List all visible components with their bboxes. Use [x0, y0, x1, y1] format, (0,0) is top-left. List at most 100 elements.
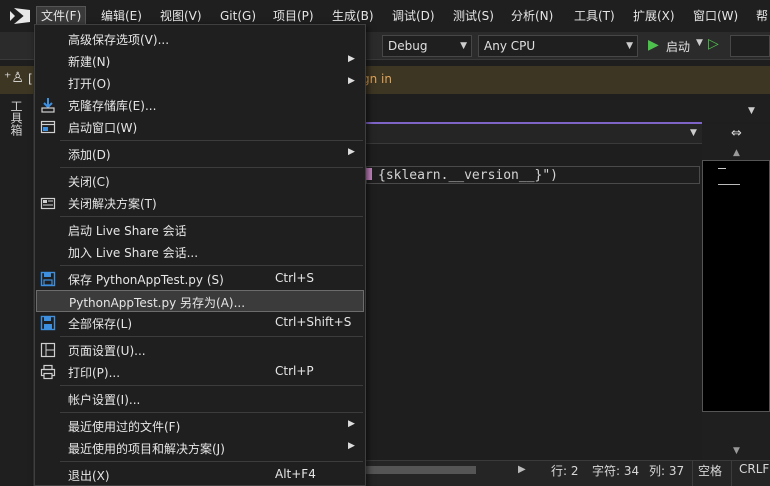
menu-separator [60, 385, 363, 386]
menu-separator [60, 336, 363, 337]
add-user-icon[interactable]: ⁺♙ [4, 70, 24, 86]
menu-item-join-live-share[interactable]: 加入 Live Share 会话... [36, 241, 364, 263]
menu-item-account-settings[interactable]: 帐户设置(I)... [36, 388, 364, 410]
menu-item-page-setup[interactable]: 页面设置(U)... [36, 339, 364, 361]
info-bar-text: [ [28, 72, 33, 86]
scroll-down-icon[interactable]: ▼ [733, 446, 740, 456]
menu-edit[interactable]: 编辑(E) [97, 6, 146, 26]
menu-item-label: 帐户设置(I)... [68, 393, 141, 407]
menu-item-new[interactable]: 新建(N) ▶ [36, 50, 364, 72]
menu-extensions[interactable]: 扩展(X) [629, 6, 679, 26]
code-editor[interactable] [366, 145, 702, 460]
chevron-down-icon: ▼ [626, 41, 633, 51]
menu-item-label: 高级保存选项(V)... [68, 33, 170, 47]
divider [731, 460, 732, 486]
menu-item-label: 关闭解决方案(T) [68, 197, 157, 211]
menu-item-label: 关闭(C) [68, 175, 110, 189]
submenu-arrow-icon: ▶ [348, 147, 355, 157]
menu-item-shortcut: Ctrl+S [275, 271, 315, 285]
configuration-select[interactable]: Debug ▼ [382, 35, 472, 57]
code-line[interactable]: {sklearn.__version__}") [378, 168, 558, 183]
status-line[interactable]: 行: 2 [551, 462, 579, 479]
menu-item-save[interactable]: 保存 PythonAppTest.py (S) Ctrl+S [36, 268, 364, 290]
horizontal-scrollbar[interactable] [366, 466, 476, 474]
scroll-up-icon[interactable]: ▲ [733, 148, 740, 158]
menu-build[interactable]: 生成(B) [328, 6, 378, 26]
menu-item-label: 添加(D) [68, 148, 111, 162]
menu-item-label: PythonAppTest.py 另存为(A)... [69, 296, 246, 310]
menu-item-start-live-share[interactable]: 启动 Live Share 会话 [36, 219, 364, 241]
menu-file[interactable]: 文件(F) [36, 6, 87, 26]
menu-separator [60, 265, 363, 266]
menu-item-close[interactable]: 关闭(C) [36, 170, 364, 192]
start-button[interactable]: 启动 [666, 38, 690, 55]
menu-window[interactable]: 窗口(W) [689, 6, 742, 26]
minimap-mark [718, 184, 740, 185]
menu-help[interactable]: 帮 [752, 6, 770, 26]
chevron-down-icon: ▼ [460, 41, 467, 51]
menu-item-label: 新建(N) [68, 55, 111, 69]
menu-project[interactable]: 项目(P) [269, 6, 318, 26]
start-without-debugging-icon[interactable]: ▷ [708, 36, 719, 52]
search-input[interactable] [730, 35, 770, 57]
menu-item-save-all[interactable]: 全部保存(L) Ctrl+Shift+S [36, 312, 364, 334]
navigation-bar[interactable] [366, 124, 702, 144]
save-icon [40, 271, 56, 287]
menu-item-add[interactable]: 添加(D) ▶ [36, 143, 364, 165]
status-indent[interactable]: 空格 [698, 462, 722, 479]
menu-item-close-solution[interactable]: 关闭解决方案(T) [36, 192, 364, 214]
status-eol[interactable]: CRLF [739, 462, 769, 476]
sign-in-link[interactable]: gn in [362, 72, 392, 86]
start-dropdown-icon[interactable]: ▼ [696, 38, 703, 48]
menu-test[interactable]: 测试(S) [449, 6, 498, 26]
platform-value: Any CPU [484, 39, 536, 53]
menu-item-exit[interactable]: 退出(X) Alt+F4 [36, 464, 364, 486]
scroll-right-icon[interactable]: ▶ [518, 464, 526, 475]
divider [692, 460, 693, 486]
menu-item-label: 克隆存储库(E)... [68, 99, 157, 113]
menu-item-label: 启动 Live Share 会话 [68, 224, 187, 238]
code-fragment [366, 168, 372, 180]
menu-item-label: 最近使用过的文件(F) [68, 420, 181, 434]
menu-item-advanced-save[interactable]: 高级保存选项(V)... [36, 28, 364, 50]
print-icon [40, 364, 56, 380]
menu-separator [60, 412, 363, 413]
visual-studio-logo-icon[interactable] [8, 6, 32, 26]
play-icon[interactable]: ▶ [648, 37, 659, 53]
platform-select[interactable]: Any CPU ▼ [478, 35, 638, 57]
submenu-arrow-icon: ▶ [348, 419, 355, 429]
minimap[interactable] [702, 160, 770, 412]
menu-debug[interactable]: 调试(D) [388, 6, 439, 26]
status-char[interactable]: 字符: 34 [592, 462, 639, 479]
menu-item-label: 打印(P)... [68, 366, 121, 380]
start-window-icon [40, 120, 56, 134]
menu-item-print[interactable]: 打印(P)... Ctrl+P [36, 361, 364, 383]
tab-list-dropdown-icon[interactable]: ▼ [748, 106, 755, 116]
submenu-arrow-icon: ▶ [348, 54, 355, 64]
menu-analyze[interactable]: 分析(N) [507, 6, 557, 26]
menu-item-save-as[interactable]: PythonAppTest.py 另存为(A)... [36, 290, 364, 312]
menu-item-clone-repo[interactable]: 克隆存储库(E)... [36, 94, 364, 116]
chevron-down-icon[interactable]: ▼ [690, 128, 697, 138]
menu-item-label: 页面设置(U)... [68, 344, 146, 358]
split-editor-icon[interactable]: ⇔ [731, 126, 742, 141]
page-setup-icon [40, 342, 56, 358]
menu-item-start-window[interactable]: 启动窗口(W) [36, 116, 364, 138]
menu-view[interactable]: 视图(V) [156, 6, 206, 26]
menu-separator [60, 216, 363, 217]
menu-item-recent-projects[interactable]: 最近使用的项目和解决方案(J) ▶ [36, 437, 364, 459]
save-all-icon [40, 315, 56, 331]
menu-git[interactable]: Git(G) [216, 6, 260, 26]
menu-separator [60, 167, 363, 168]
menu-item-recent-files[interactable]: 最近使用过的文件(F) ▶ [36, 415, 364, 437]
menu-tools[interactable]: 工具(T) [570, 6, 619, 26]
status-col[interactable]: 列: 37 [649, 462, 684, 479]
menu-item-label: 启动窗口(W) [68, 121, 138, 135]
toolbox-tab[interactable]: 工具箱 [9, 100, 23, 136]
menu-item-open[interactable]: 打开(O) ▶ [36, 72, 364, 94]
menu-item-label: 最近使用的项目和解决方案(J) [68, 442, 225, 456]
menu-item-label: 加入 Live Share 会话... [68, 246, 199, 260]
left-tool-strip [0, 94, 34, 486]
menu-item-label: 保存 PythonAppTest.py (S) [68, 273, 224, 287]
submenu-arrow-icon: ▶ [348, 441, 355, 451]
